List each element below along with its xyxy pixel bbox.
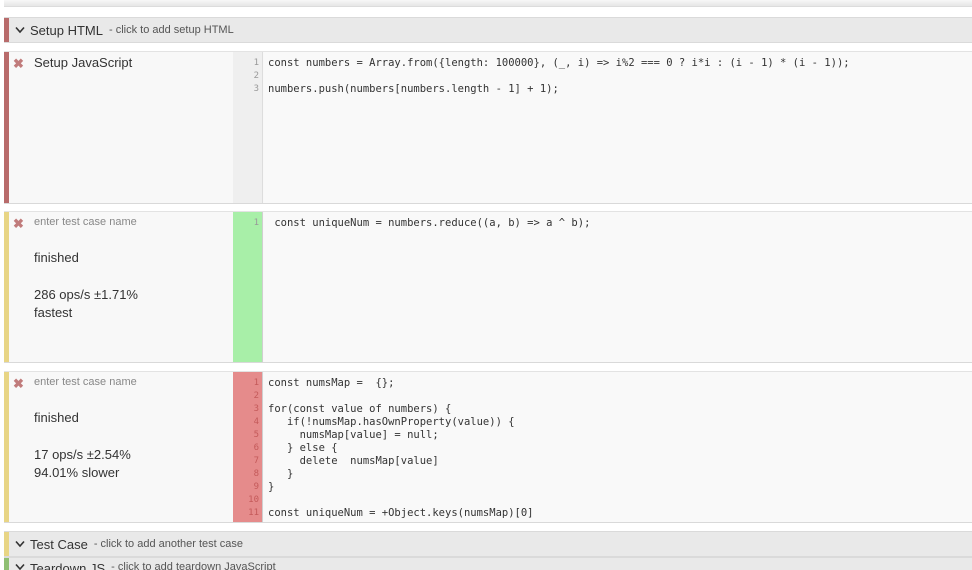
setup-js-block: ✖ Setup JavaScript 1 2 3 const numbers =… (4, 51, 972, 204)
test-case-bar (4, 212, 9, 362)
line-gutter: 1 2 3 (233, 52, 263, 203)
teardown-header-title: Teardown JS (30, 561, 106, 570)
setup-js-editor[interactable]: const numbers = Array.from({length: 1000… (264, 52, 972, 203)
line-number: 11 (248, 508, 259, 518)
setup-js-bar (4, 52, 9, 203)
code-line: numbers.push(numbers[numbers.length - 1]… (268, 83, 559, 95)
code-line: const numsMap = {}; (268, 377, 395, 389)
remove-icon[interactable]: ✖ (13, 57, 24, 71)
test-case-header-bar (4, 532, 9, 556)
top-divider (4, 0, 972, 7)
test-case-name-input[interactable] (33, 375, 225, 389)
setup-html-hint: - click to add setup HTML (108, 24, 234, 36)
code-line: } (268, 468, 294, 480)
test-case-header-title: Test Case (30, 536, 88, 552)
teardown-header-hint: - click to add teardown JavaScript (111, 561, 276, 570)
code-line: numsMap[value] = null; (268, 429, 439, 441)
code-line: const numbers = Array.from({length: 1000… (268, 57, 850, 69)
setup-html-bar (4, 18, 9, 42)
line-number: 5 (253, 430, 259, 440)
test-case-editor[interactable]: const uniqueNum = numbers.reduce((a, b) … (264, 212, 972, 362)
line-number: 4 (253, 417, 259, 427)
chevron-down-icon (14, 538, 26, 550)
code-line: } (268, 481, 275, 493)
line-number: 3 (253, 84, 259, 94)
test-case-block: ✖ finished 286 ops/s ±1.71% fastest 1 co… (4, 211, 972, 363)
code-line: const uniqueNum = +Object.keys(numsMap)[… (268, 507, 534, 519)
line-number: 1 (253, 58, 259, 68)
line-number: 8 (253, 469, 259, 479)
teardown-header-bar (4, 558, 9, 570)
code-line: if(!numsMap.hasOwnProperty(value)) { (268, 416, 515, 428)
setup-html-header[interactable]: Setup HTML - click to add setup HTML (4, 17, 972, 43)
comparison-result: 94.01% slower (34, 465, 120, 480)
code-line: } else { (268, 442, 338, 454)
test-case-bar (4, 372, 9, 522)
add-test-case-header[interactable]: Test Case - click to add another test ca… (4, 531, 972, 557)
line-number: 6 (253, 443, 259, 453)
code-line: const uniqueNum = numbers.reduce((a, b) … (268, 217, 591, 229)
remove-icon[interactable]: ✖ (13, 217, 24, 231)
line-gutter: 1 (233, 212, 263, 362)
line-number: 2 (253, 71, 259, 81)
code-line: for(const value of numbers) { (268, 403, 452, 415)
test-status: finished (34, 250, 79, 265)
test-case-block: ✖ finished 17 ops/s ±2.54% 94.01% slower… (4, 371, 972, 523)
ops-result: 17 ops/s ±2.54% (34, 447, 131, 462)
teardown-header[interactable]: Teardown JS - click to add teardown Java… (4, 557, 972, 570)
line-gutter: 1 2 3 4 5 6 7 8 9 10 11 (233, 372, 263, 522)
setup-js-title: Setup JavaScript (34, 55, 133, 70)
remove-icon[interactable]: ✖ (13, 377, 24, 391)
line-number: 1 (253, 378, 259, 388)
line-number: 7 (253, 456, 259, 466)
test-case-name-input[interactable] (33, 215, 225, 229)
line-number: 2 (253, 391, 259, 401)
test-case-editor[interactable]: const numsMap = {}; for(const value of n… (264, 372, 972, 522)
line-number: 10 (248, 495, 259, 505)
line-number: 1 (253, 218, 259, 228)
chevron-down-icon (14, 24, 26, 36)
ops-result: 286 ops/s ±1.71% (34, 287, 138, 302)
test-case-header-hint: - click to add another test case (93, 538, 243, 550)
line-number: 3 (253, 404, 259, 414)
setup-html-title: Setup HTML (30, 22, 103, 38)
line-number: 9 (253, 482, 259, 492)
chevron-down-icon (14, 561, 26, 570)
benchmark-editor: Setup HTML - click to add setup HTML ✖ S… (0, 0, 972, 570)
code-line: delete numsMap[value] (268, 455, 439, 467)
comparison-result: fastest (34, 305, 73, 320)
test-status: finished (34, 410, 79, 425)
